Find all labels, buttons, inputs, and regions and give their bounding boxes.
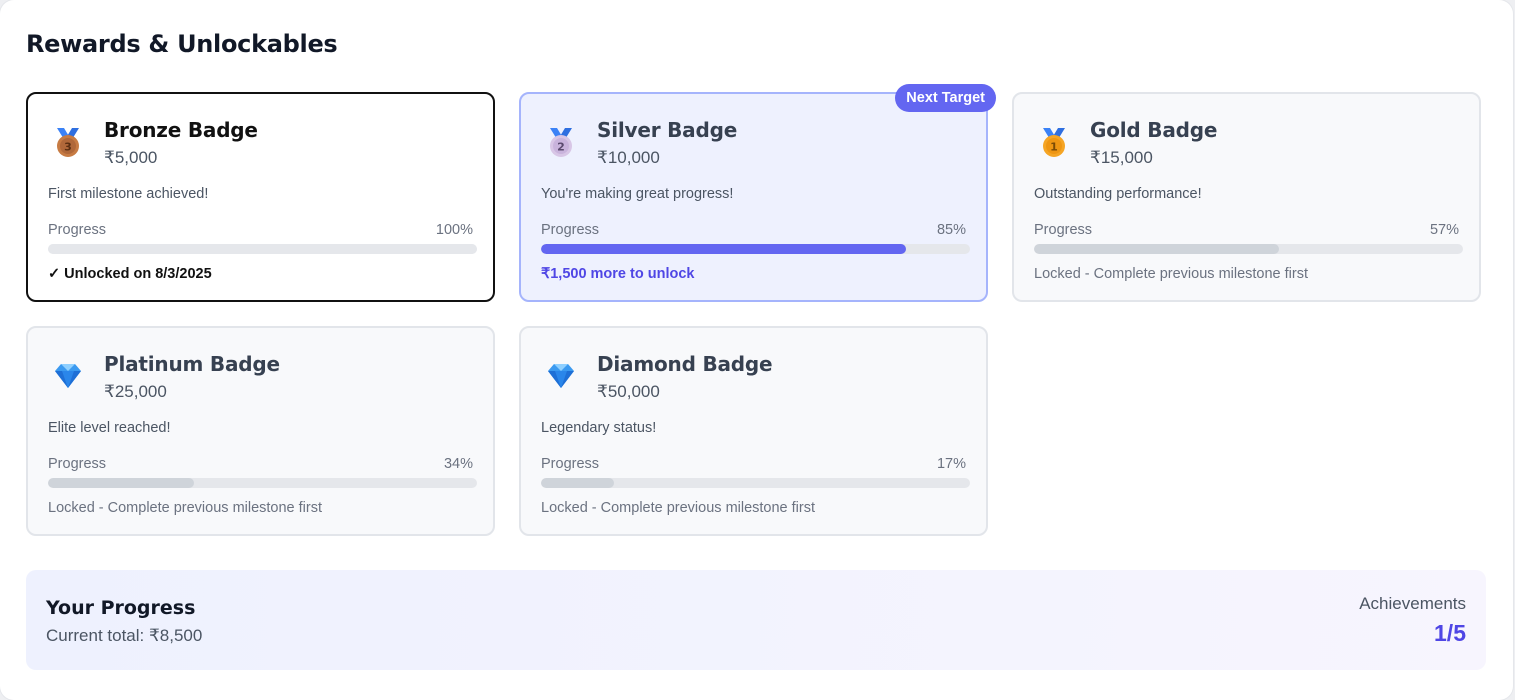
badge-description: You're making great progress! xyxy=(541,186,734,202)
progress-value: 57% xyxy=(1429,222,1459,238)
summary-title: Your Progress xyxy=(46,597,196,619)
progress-fill xyxy=(541,244,906,254)
progress-value: 85% xyxy=(936,222,966,238)
gold-medal-icon: 1 xyxy=(1043,128,1065,157)
progress-bar xyxy=(48,478,477,488)
badge-name: Platinum Badge xyxy=(104,352,280,376)
badge-card-bronze[interactable]: 3 Bronze Badge ₹5,000 First milestone ac… xyxy=(26,92,495,302)
progress-bar xyxy=(541,478,970,488)
badge-amount: ₹50,000 xyxy=(597,382,660,401)
badge-status: Locked - Complete previous milestone fir… xyxy=(541,500,816,516)
badge-card-platinum[interactable]: Platinum Badge ₹25,000 Elite level reach… xyxy=(26,326,495,536)
badge-status: ₹1,500 more to unlock xyxy=(541,266,695,282)
progress-bar xyxy=(48,244,477,254)
progress-fill xyxy=(541,478,614,488)
badge-description: First milestone achieved! xyxy=(48,186,209,202)
badge-name: Silver Badge xyxy=(597,118,738,142)
svg-text:1: 1 xyxy=(1050,141,1058,154)
diamond-icon xyxy=(55,364,81,388)
bronze-medal-icon: 3 xyxy=(57,128,79,157)
badge-status: ✓ Unlocked on 8/3/2025 xyxy=(48,266,212,282)
badge-description: Legendary status! xyxy=(541,420,657,436)
badge-description: Elite level reached! xyxy=(48,420,171,436)
badge-amount: ₹15,000 xyxy=(1090,148,1153,167)
progress-value: 17% xyxy=(936,456,966,472)
badge-card-diamond[interactable]: Diamond Badge ₹50,000 Legendary status! … xyxy=(519,326,988,536)
badge-amount: ₹10,000 xyxy=(597,148,660,167)
current-total: Current total: ₹8,500 xyxy=(46,626,203,645)
achievements-label: Achievements xyxy=(1359,594,1466,613)
progress-label: Progress xyxy=(541,222,600,238)
svg-text:3: 3 xyxy=(64,141,72,154)
badge-name: Diamond Badge xyxy=(597,352,773,376)
next-target-badge: Next Target xyxy=(895,84,996,112)
badge-amount: ₹25,000 xyxy=(104,382,167,401)
progress-value: 34% xyxy=(443,456,473,472)
badge-name: Bronze Badge xyxy=(104,118,258,142)
progress-value: 100% xyxy=(435,222,473,238)
progress-summary: Your Progress Current total: ₹8,500 Achi… xyxy=(26,570,1486,670)
progress-fill xyxy=(48,244,477,254)
progress-bar xyxy=(1034,244,1463,254)
progress-label: Progress xyxy=(541,456,600,472)
progress-fill xyxy=(1034,244,1279,254)
badge-name: Gold Badge xyxy=(1090,118,1218,142)
badge-status: Locked - Complete previous milestone fir… xyxy=(1034,266,1309,282)
silver-medal-icon: 2 xyxy=(550,128,572,157)
badge-card-silver[interactable]: Next Target 2 Silver Badge ₹10,000 You'r… xyxy=(519,84,996,302)
badge-card-gold[interactable]: 1 Gold Badge ₹15,000 Outstanding perform… xyxy=(1012,92,1481,302)
page-title: Rewards & Unlockables xyxy=(26,30,338,58)
progress-fill xyxy=(48,478,194,488)
progress-label: Progress xyxy=(1034,222,1093,238)
achievements-count: 1/5 xyxy=(1434,620,1466,646)
diamond-icon xyxy=(548,364,574,388)
svg-text:2: 2 xyxy=(557,141,565,154)
badge-description: Outstanding performance! xyxy=(1034,186,1202,202)
badge-status: Locked - Complete previous milestone fir… xyxy=(48,500,323,516)
progress-label: Progress xyxy=(48,222,107,238)
rewards-panel: Rewards & Unlockables 3 Bronze Badge ₹5,… xyxy=(0,0,1513,700)
progress-bar xyxy=(541,244,970,254)
badge-amount: ₹5,000 xyxy=(104,148,158,167)
progress-label: Progress xyxy=(48,456,107,472)
